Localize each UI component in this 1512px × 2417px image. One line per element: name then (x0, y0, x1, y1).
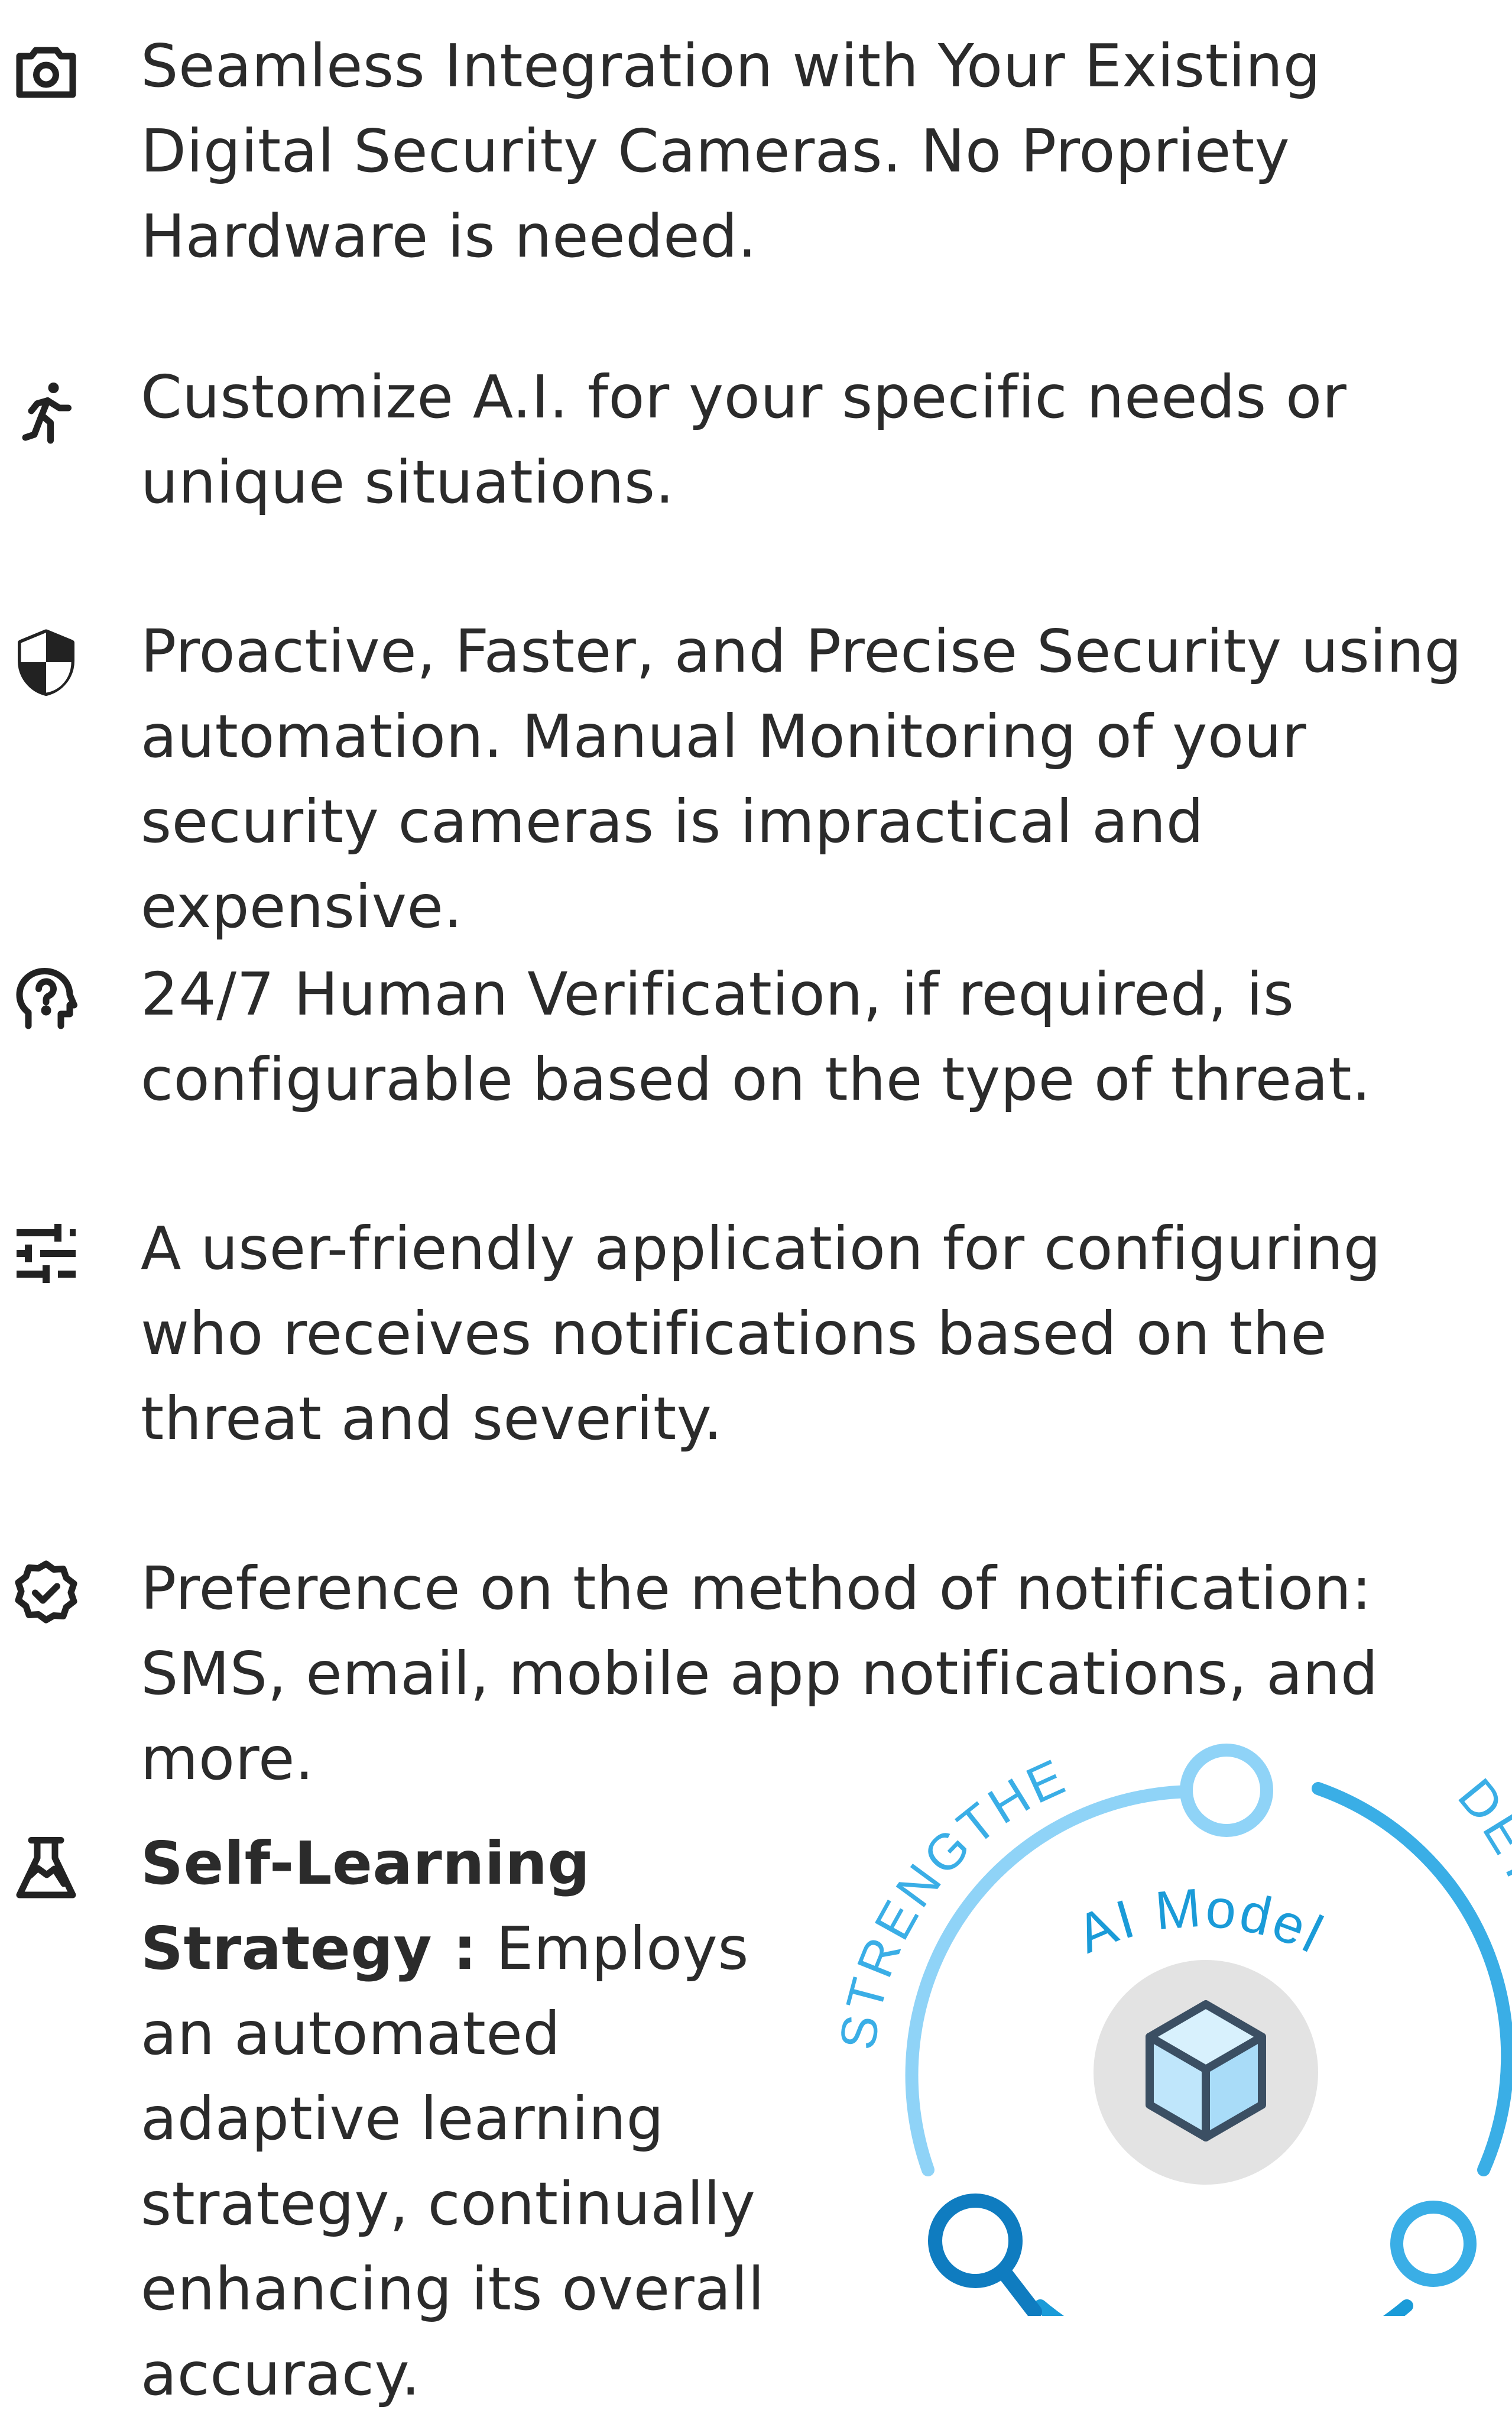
sliders-icon (11, 1218, 82, 1289)
cycle-node-top (1180, 1744, 1273, 1837)
cycle-arc-bottom (1034, 2299, 1413, 2316)
self-learning-body: Self-Learning Strategy : Employs an auto… (141, 1821, 838, 2417)
feature-text: Customize A.I. for your specific needs o… (141, 362, 1347, 517)
feature-text: Proactive, Faster, and Precise Security … (141, 617, 1462, 941)
running-person-icon (11, 378, 82, 449)
label-detect: DET (1447, 1768, 1512, 1897)
flask-icon (11, 1833, 82, 1904)
ai-model-cycle-diagram: STRENGTHEN AI Model DET (828, 1715, 1512, 2316)
shield-icon (11, 627, 82, 698)
label-ai-model: AI Model (1068, 1877, 1333, 1965)
cycle-node-bottom-right (1390, 2201, 1477, 2287)
cube-icon (1146, 2000, 1266, 2141)
feature-text: Seamless Integration with Your Existing … (141, 31, 1321, 271)
feature-text: 24/7 Human Verification, if required, is… (141, 960, 1371, 1114)
head-question-icon (11, 964, 82, 1035)
magnifier-node-icon (928, 2194, 1042, 2316)
label-strengthen: STRENGTHEN (828, 1715, 1076, 2053)
self-learning-text: Employs an automated adaptive learning s… (141, 1914, 765, 2409)
feature-text: A user-friendly application for configur… (141, 1214, 1381, 1453)
camera-icon (11, 35, 82, 106)
verified-badge-icon (11, 1558, 82, 1629)
